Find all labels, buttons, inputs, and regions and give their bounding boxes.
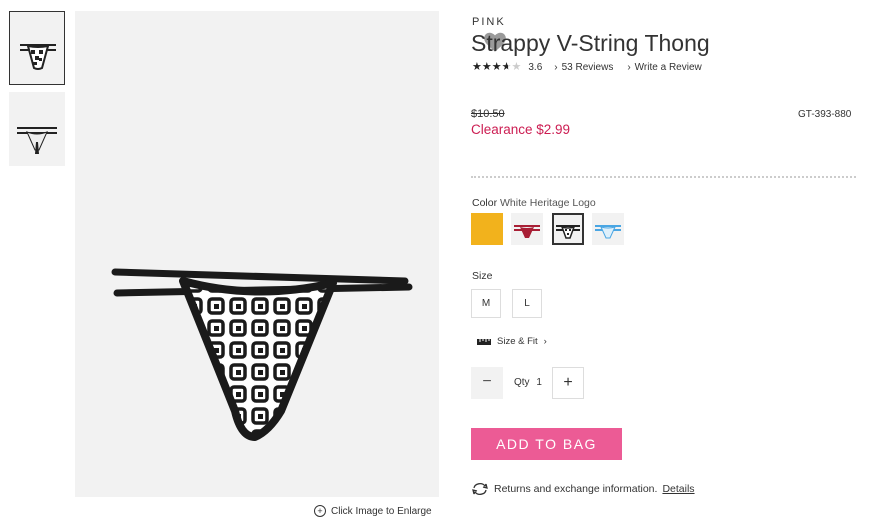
- divider: [471, 176, 856, 178]
- swatch-image: [514, 225, 540, 238]
- brand-name: PINK: [472, 16, 506, 28]
- quantity-display: Qty 1: [514, 377, 542, 388]
- rating-value: 3.6: [528, 62, 543, 73]
- rating-row: ★★★★★ 3.6 › 53 Reviews › Write a Review: [472, 62, 702, 74]
- click-to-enlarge[interactable]: + Click Image to Enlarge: [314, 505, 432, 517]
- color-selected-value: White Heritage Logo: [500, 197, 596, 209]
- ruler-icon: [477, 338, 491, 345]
- plus-icon: +: [563, 374, 573, 391]
- reviews-link[interactable]: 53 Reviews: [562, 62, 614, 73]
- swatch-image: [556, 225, 580, 239]
- original-price: $10.50: [471, 108, 505, 120]
- quantity-increase-button[interactable]: +: [552, 367, 584, 399]
- quantity-decrease-button[interactable]: −: [471, 367, 503, 399]
- size-and-fit-label: Size & Fit: [497, 336, 538, 347]
- returns-info: Returns and exchange information. Detail…: [471, 482, 695, 496]
- minus-icon: −: [482, 373, 492, 390]
- write-review-link[interactable]: Write a Review: [635, 62, 702, 73]
- enlarge-label: Click Image to Enlarge: [331, 505, 432, 517]
- clearance-price: Clearance $2.99: [471, 122, 571, 137]
- exchange-icon: [472, 483, 488, 495]
- star-icon: ★: [501, 61, 512, 73]
- color-swatch-light-blue[interactable]: [592, 213, 624, 245]
- color-label: Color White Heritage Logo: [472, 197, 596, 209]
- color-swatch-white-heritage-logo[interactable]: [552, 213, 584, 245]
- add-to-bag-button[interactable]: ADD TO BAG: [471, 428, 622, 460]
- returns-text: Returns and exchange information.: [494, 483, 658, 495]
- size-option-m[interactable]: M: [471, 289, 501, 318]
- zoom-icon: +: [314, 505, 326, 517]
- star-icon: ★: [511, 61, 522, 73]
- size-label: Size: [472, 270, 493, 282]
- rating-stars: ★★★★★: [472, 62, 521, 73]
- color-swatch-yellow[interactable]: [471, 213, 503, 245]
- product-title: Strappy V-String Thong: [471, 30, 710, 56]
- returns-details-link[interactable]: Details: [662, 483, 694, 495]
- color-swatch-red[interactable]: [511, 213, 543, 245]
- chevron-right-icon: ›: [554, 62, 558, 73]
- thumbnail-product-image: [20, 44, 56, 70]
- quantity-value: 1: [536, 377, 542, 388]
- swatch-image: [595, 225, 621, 239]
- size-option-l[interactable]: L: [512, 289, 542, 318]
- star-icon: ★: [472, 61, 482, 73]
- chevron-right-icon: ›: [543, 336, 547, 347]
- thumbnail-2[interactable]: [9, 92, 65, 166]
- size-and-fit-link[interactable]: Size & Fit ›: [477, 336, 547, 347]
- product-photo: [111, 268, 413, 441]
- thumbnail-product-image: [17, 127, 57, 154]
- star-icon: ★: [481, 61, 492, 73]
- quantity-label: Qty: [514, 377, 530, 388]
- thumbnail-1[interactable]: [9, 11, 65, 85]
- chevron-right-icon: ›: [627, 62, 631, 73]
- color-label-text: Color: [472, 197, 498, 209]
- main-product-image[interactable]: [75, 11, 506, 497]
- product-sku: GT-393-880: [798, 109, 852, 120]
- star-icon: ★: [491, 61, 502, 73]
